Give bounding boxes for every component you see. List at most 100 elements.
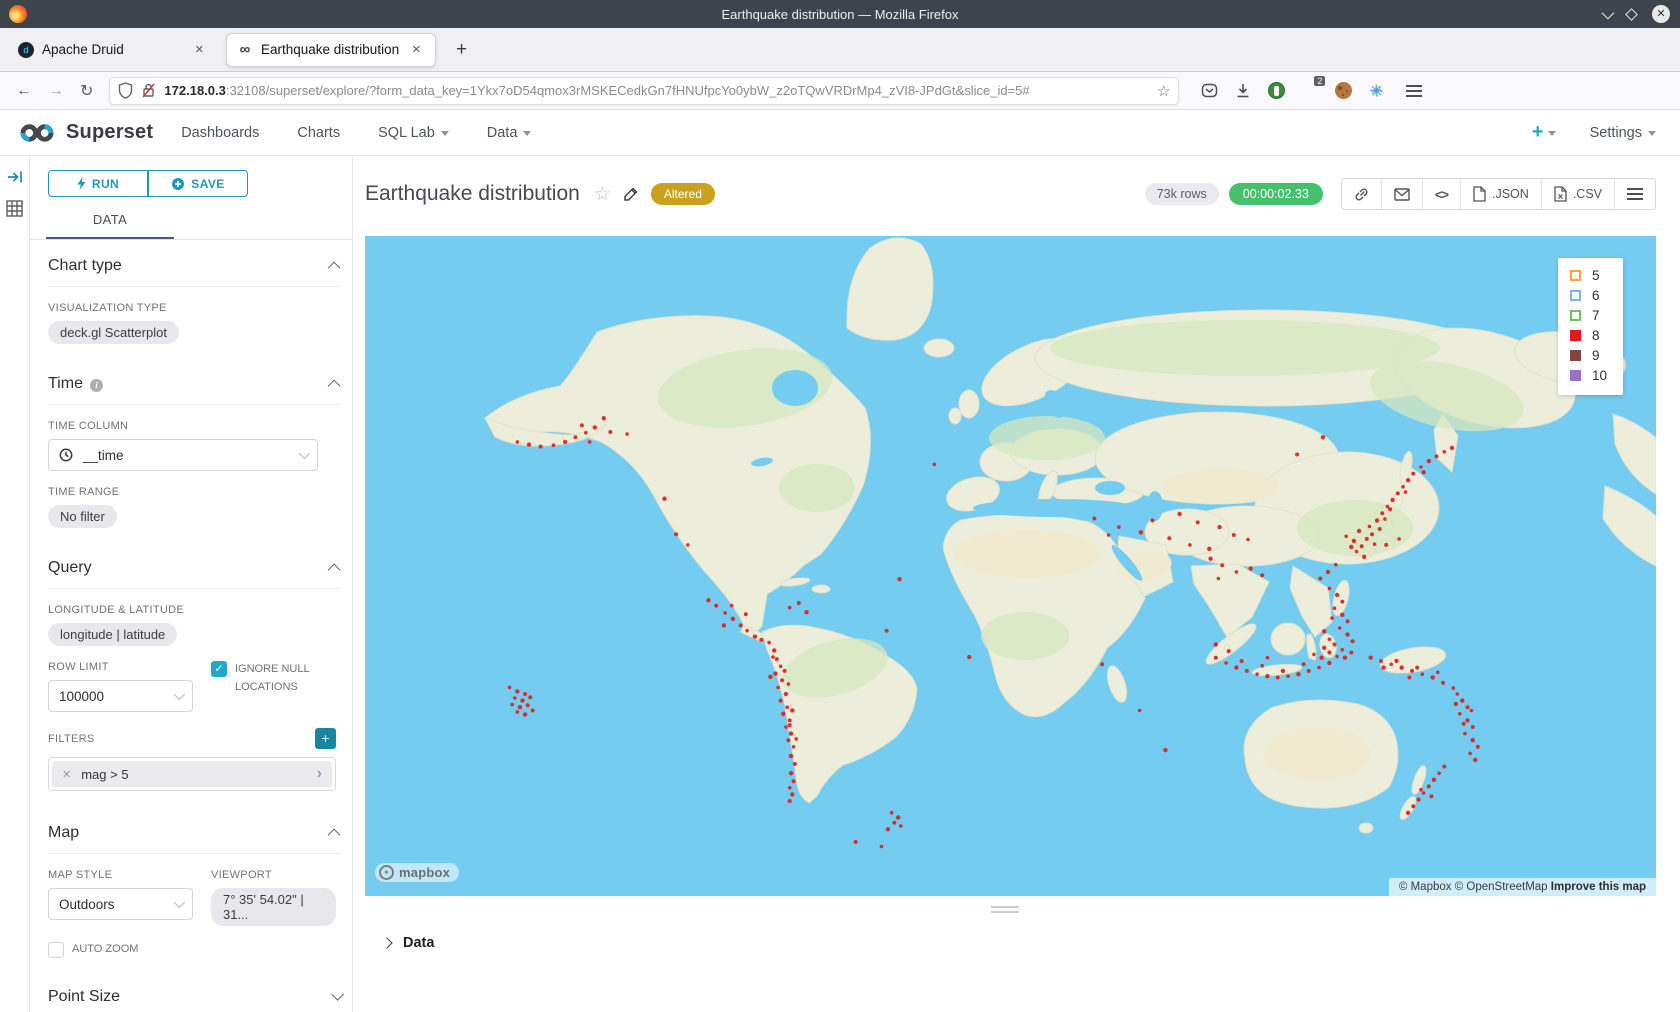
chevron-up-icon bbox=[328, 379, 341, 392]
section-query[interactable]: Query bbox=[48, 542, 340, 589]
altered-badge[interactable]: Altered bbox=[651, 183, 715, 205]
cookie-extension-icon[interactable] bbox=[1335, 82, 1352, 99]
download-icon[interactable] bbox=[1235, 82, 1251, 99]
save-button[interactable]: SAVE bbox=[148, 170, 248, 197]
url-path: :32108/superset/explore/?form_data_key=1… bbox=[226, 83, 1030, 98]
filters-container: ✕ mag > 5 › bbox=[48, 757, 336, 791]
map-style-select[interactable]: Outdoors bbox=[48, 888, 193, 920]
tab-data[interactable]: DATA bbox=[46, 212, 174, 239]
new-tab-button[interactable]: + bbox=[450, 39, 473, 61]
legend-swatch-icon bbox=[1570, 290, 1581, 301]
back-button[interactable]: ← bbox=[16, 82, 32, 100]
checkbox-checked-icon[interactable]: ✓ bbox=[211, 661, 227, 677]
reload-button[interactable]: ↻ bbox=[80, 81, 93, 101]
export-csv-button[interactable]: .CSV bbox=[1542, 179, 1615, 209]
viz-type-value[interactable]: deck.gl Scatterplot bbox=[48, 321, 179, 344]
pane-drag-handle[interactable] bbox=[991, 906, 1019, 913]
export-json-button[interactable]: .JSON bbox=[1461, 179, 1542, 209]
lonlat-label: LONGITUDE & LATITUDE bbox=[48, 604, 336, 616]
mapbox-logo[interactable]: ✦ mapbox bbox=[375, 863, 459, 882]
time-range-value[interactable]: No filter bbox=[48, 505, 117, 528]
attribution-mapbox[interactable]: © Mapbox bbox=[1399, 881, 1452, 893]
chevron-down-icon bbox=[299, 448, 310, 459]
legend-item[interactable]: 10 bbox=[1570, 368, 1607, 383]
time-column-select[interactable]: __time bbox=[48, 439, 318, 471]
copy-link-button[interactable] bbox=[1342, 179, 1382, 209]
browser-menu-icon[interactable] bbox=[1406, 85, 1422, 87]
privacy-badger-icon[interactable] bbox=[1268, 82, 1285, 99]
settings-menu[interactable]: Settings bbox=[1590, 125, 1656, 141]
legend-swatch-icon bbox=[1570, 370, 1581, 381]
chevron-down-icon bbox=[523, 131, 531, 136]
auto-zoom-checkbox-row[interactable]: AUTO ZOOM bbox=[48, 941, 336, 959]
map-legend[interactable]: 5 6 7 8 9 10 bbox=[1558, 258, 1623, 395]
run-button[interactable]: RUN bbox=[48, 170, 148, 197]
chevron-right-icon[interactable]: › bbox=[307, 765, 332, 783]
chart-menu-button[interactable] bbox=[1615, 179, 1655, 209]
viewport-value[interactable]: 7° 35' 54.02" | 31... bbox=[211, 888, 336, 926]
chevron-down-icon bbox=[1648, 131, 1656, 136]
section-point-size[interactable]: Point Size bbox=[48, 971, 340, 1012]
ignore-null-checkbox-row[interactable]: ✓ IGNORE NULL LOCATIONS bbox=[211, 661, 336, 696]
superset-brand[interactable]: Superset bbox=[16, 121, 153, 145]
window-maximize-icon[interactable] bbox=[1625, 8, 1638, 21]
section-map[interactable]: Map bbox=[48, 807, 340, 854]
dataset-grid-icon[interactable] bbox=[6, 200, 23, 217]
time-column-label: TIME COLUMN bbox=[48, 420, 336, 432]
chevron-down-icon bbox=[331, 988, 344, 1001]
bookmark-star-icon[interactable]: ☆ bbox=[1157, 82, 1170, 100]
forward-button[interactable]: → bbox=[48, 82, 64, 100]
tab-earthquake-distribution[interactable]: ∞ Earthquake distribution ✕ bbox=[226, 33, 436, 67]
shield-icon[interactable] bbox=[118, 82, 133, 99]
envelope-icon bbox=[1394, 188, 1410, 201]
window-close-icon[interactable]: ✕ bbox=[1652, 5, 1670, 23]
email-button[interactable] bbox=[1382, 179, 1423, 209]
druid-favicon-icon: d bbox=[18, 42, 34, 58]
viewport-label: VIEWPORT bbox=[211, 869, 336, 881]
attribution-improve-link[interactable]: Improve this map bbox=[1551, 881, 1646, 893]
url-text[interactable]: 172.18.0.3:32108/superset/explore/?form_… bbox=[164, 83, 1151, 98]
menu-icon bbox=[1627, 188, 1643, 190]
ublock-icon[interactable]: 2 bbox=[1302, 82, 1318, 99]
ublock-badge: 2 bbox=[1314, 76, 1325, 86]
nav-data[interactable]: Data bbox=[487, 125, 532, 141]
remove-filter-icon[interactable]: ✕ bbox=[52, 768, 81, 781]
data-panel-toggle[interactable]: Data bbox=[383, 935, 1656, 951]
embed-code-button[interactable]: <> bbox=[1423, 179, 1461, 209]
nav-dashboards[interactable]: Dashboards bbox=[181, 125, 259, 141]
edit-properties-icon[interactable] bbox=[623, 186, 639, 202]
new-item-button[interactable]: + bbox=[1532, 121, 1556, 144]
tab-close-icon[interactable]: ✕ bbox=[191, 41, 208, 58]
nav-charts[interactable]: Charts bbox=[297, 125, 340, 141]
attribution-osm[interactable]: © OpenStreetMap bbox=[1455, 881, 1548, 893]
tab-apache-druid[interactable]: d Apache Druid ✕ bbox=[8, 33, 218, 67]
expand-dataset-panel-icon[interactable] bbox=[7, 170, 23, 184]
section-chart-type[interactable]: Chart type bbox=[48, 240, 340, 287]
filter-item[interactable]: ✕ mag > 5 › bbox=[52, 761, 332, 787]
legend-item[interactable]: 9 bbox=[1570, 348, 1607, 363]
asterisk-extension-icon[interactable]: ✳ bbox=[1369, 81, 1382, 101]
browser-toolbar: ← → ↻ 172.18.0.3:32108/superset/explore/… bbox=[0, 72, 1680, 110]
world-map[interactable] bbox=[365, 236, 1656, 896]
lock-disabled-icon[interactable] bbox=[141, 82, 156, 99]
chevron-up-icon bbox=[328, 828, 341, 841]
legend-label: 8 bbox=[1592, 328, 1600, 343]
legend-item[interactable]: 5 bbox=[1570, 268, 1607, 283]
chevron-down-icon bbox=[174, 689, 185, 700]
row-limit-select[interactable]: 100000 bbox=[48, 680, 193, 712]
legend-item[interactable]: 8 bbox=[1570, 328, 1607, 343]
favorite-star-icon[interactable]: ☆ bbox=[594, 183, 611, 206]
window-titlebar: Earthquake distribution — Mozilla Firefo… bbox=[0, 0, 1680, 28]
pocket-icon[interactable] bbox=[1201, 82, 1218, 99]
lonlat-value[interactable]: longitude | latitude bbox=[48, 623, 177, 646]
checkbox-unchecked-icon[interactable] bbox=[48, 942, 64, 958]
legend-item[interactable]: 6 bbox=[1570, 288, 1607, 303]
tab-close-icon[interactable]: ✕ bbox=[408, 41, 425, 58]
url-bar[interactable]: 172.18.0.3:32108/superset/explore/?form_… bbox=[109, 77, 1179, 105]
section-time[interactable]: Timei bbox=[48, 358, 340, 405]
window-minimize-icon[interactable] bbox=[1602, 6, 1615, 19]
legend-item[interactable]: 7 bbox=[1570, 308, 1607, 323]
deckgl-map[interactable]: 5 6 7 8 9 10 ✦ mapbox © Mapbox © OpenStreetMa… bbox=[365, 236, 1656, 896]
nav-sql-lab[interactable]: SQL Lab bbox=[378, 125, 449, 141]
add-filter-button[interactable]: + bbox=[315, 728, 336, 749]
